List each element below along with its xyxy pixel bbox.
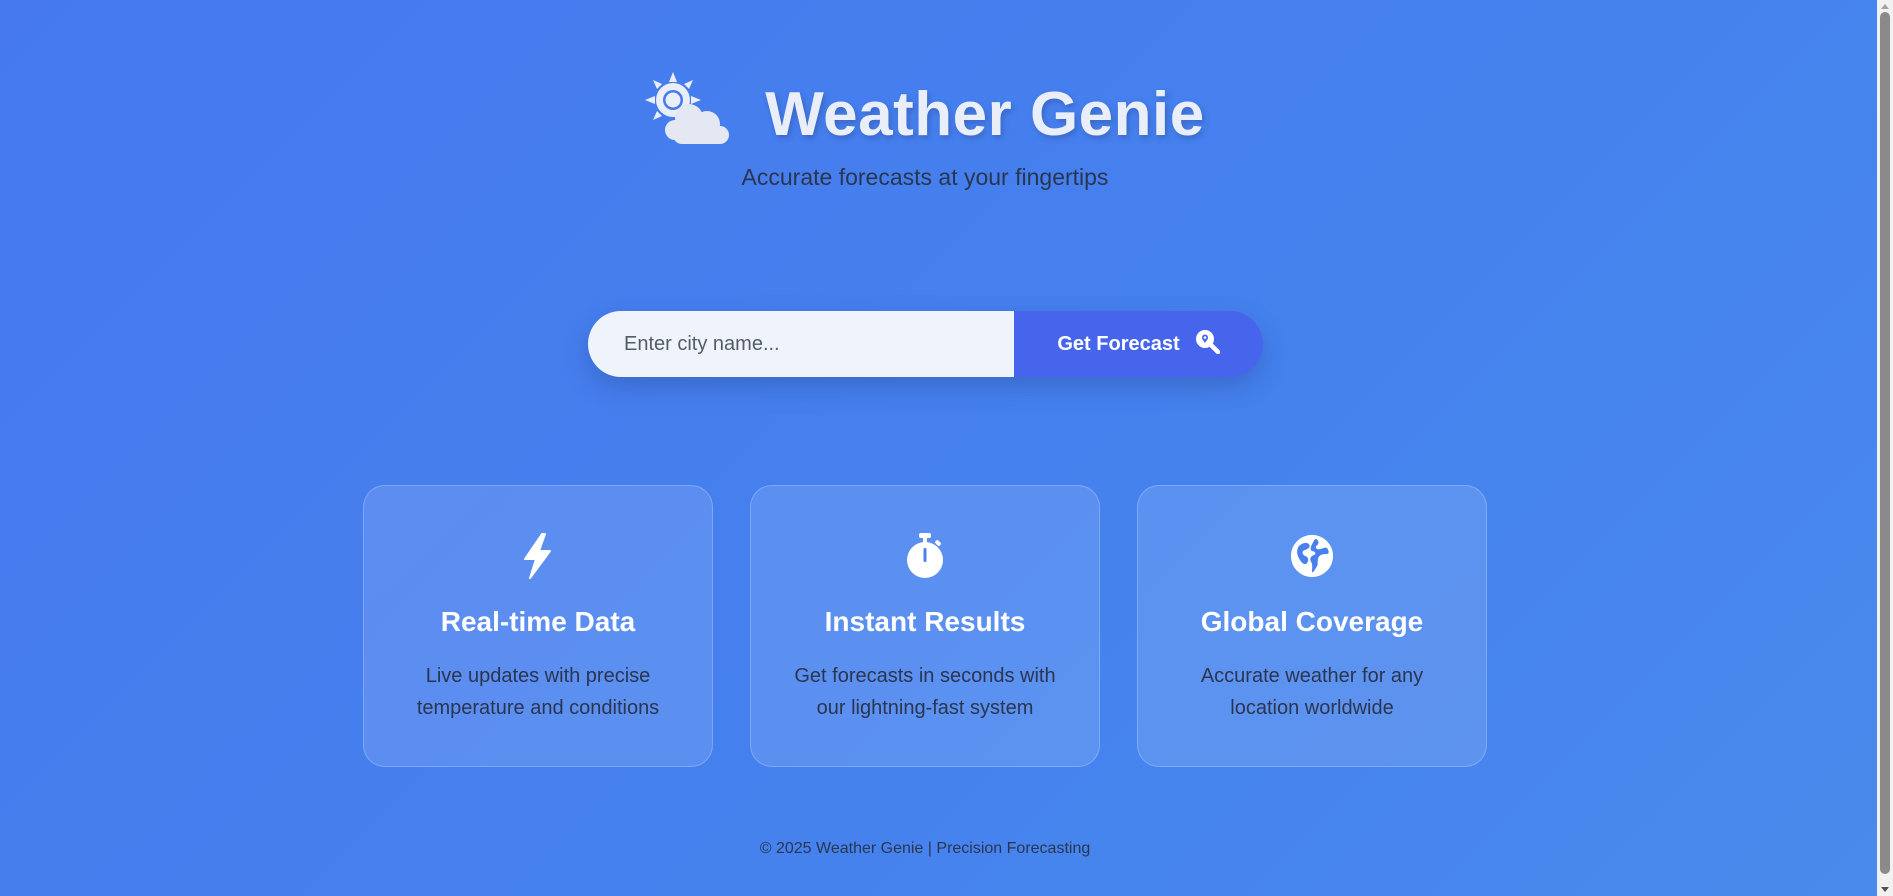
- feature-description: Get forecasts in seconds with our lightn…: [794, 665, 1056, 719]
- scroll-down-arrow-icon[interactable]: [1881, 887, 1889, 892]
- scroll-up-arrow-icon[interactable]: [1881, 4, 1889, 9]
- get-forecast-label: Get Forecast: [1057, 332, 1180, 355]
- lightning-bolt-icon: [364, 532, 712, 580]
- feature-title: Instant Results: [824, 606, 1026, 637]
- sun-behind-cloud-icon: [645, 72, 731, 148]
- feature-description: Accurate weather for any location worldw…: [1200, 665, 1424, 719]
- globe-icon: [1138, 532, 1486, 580]
- feature-card-realtime: Real-time Data Live updates with precise…: [363, 485, 713, 767]
- page-title: Weather Genie: [765, 79, 1205, 149]
- city-search-input[interactable]: [588, 311, 1014, 377]
- page-subtitle: Accurate forecasts at your fingertips: [741, 164, 1109, 190]
- page-header: Weather Genie Accurate forecasts at your…: [0, 72, 1850, 191]
- title-row: Weather Genie: [0, 72, 1850, 156]
- feature-title: Global Coverage: [1200, 606, 1424, 637]
- feature-description: Live updates with precise temperature an…: [416, 665, 660, 719]
- search-bar: Get Forecast: [588, 311, 1263, 377]
- feature-card-instant: Instant Results Get forecasts in seconds…: [750, 485, 1100, 767]
- scrollbar-thumb[interactable]: [1880, 12, 1890, 874]
- page: Weather Genie Accurate forecasts at your…: [0, 0, 1877, 896]
- stopwatch-icon: [751, 532, 1099, 580]
- features-section: Real-time Data Live updates with precise…: [363, 485, 1487, 767]
- get-forecast-button[interactable]: Get Forecast: [1014, 311, 1263, 377]
- page-footer: © 2025 Weather Genie | Precision Forecas…: [759, 840, 1091, 857]
- feature-title: Real-time Data: [440, 606, 636, 637]
- feature-card-global: Global Coverage Accurate weather for any…: [1137, 485, 1487, 767]
- vertical-scrollbar[interactable]: [1877, 0, 1893, 896]
- search-location-icon: [1194, 328, 1220, 360]
